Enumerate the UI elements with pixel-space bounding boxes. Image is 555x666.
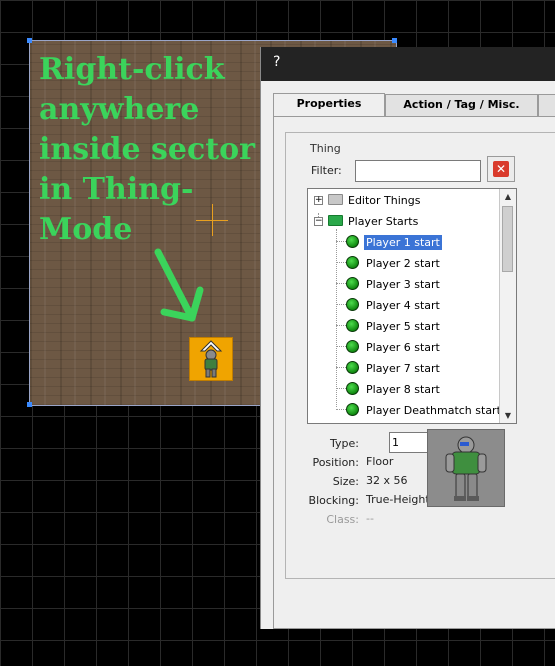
- thing-group-title: Thing: [308, 142, 343, 155]
- tree-item-label: Player 1 start: [363, 234, 443, 251]
- tab-properties[interactable]: Properties: [273, 93, 385, 116]
- tree-guide: [336, 409, 346, 410]
- folder-open-icon: [328, 215, 343, 226]
- tree-item-label: Player 2 start: [366, 257, 440, 270]
- thing-icon: [346, 256, 359, 269]
- clear-filter-icon: ✕: [493, 161, 509, 177]
- tab-action-tag-misc[interactable]: Action / Tag / Misc.: [385, 94, 538, 116]
- type-label: Type:: [330, 437, 359, 450]
- collapse-icon[interactable]: −: [314, 217, 323, 226]
- tree-item-player-deathmatch-start[interactable]: Player Deathmatch start: [308, 401, 501, 419]
- tree-item-label: Player 4 start: [366, 299, 440, 312]
- dialog-titlebar: ?: [261, 47, 555, 81]
- tree-guide: [336, 388, 346, 389]
- tree-item-label: Player 8 start: [366, 383, 440, 396]
- tree-guide: [336, 367, 346, 368]
- blocking-label: Blocking:: [308, 494, 359, 507]
- tree-item-player-1-start[interactable]: Player 1 start: [308, 233, 498, 251]
- tree-item-player-6-start[interactable]: Player 6 start: [308, 338, 498, 356]
- clear-filter-button[interactable]: ✕: [487, 156, 515, 182]
- tree-item-player-7-start[interactable]: Player 7 start: [308, 359, 498, 377]
- thing-type-tree[interactable]: + Editor Things − Player Starts Player 1…: [307, 188, 517, 424]
- tree-item-label: Player 7 start: [366, 362, 440, 375]
- vertex-bottom-left[interactable]: [27, 402, 32, 407]
- properties-panel: Thing Filter: ✕ + Editor Things − Player…: [273, 116, 555, 629]
- tree-item-player-3-start[interactable]: Player 3 start: [308, 275, 498, 293]
- player-start-thing[interactable]: [189, 337, 233, 381]
- position-label: Position:: [312, 456, 359, 469]
- vertex-top-right[interactable]: [392, 38, 397, 43]
- thing-icon: [346, 298, 359, 311]
- help-button[interactable]: ?: [273, 54, 280, 70]
- filter-label: Filter:: [311, 164, 342, 177]
- player-start-thing-icon: [199, 340, 223, 378]
- instruction-text: Right-click anywhere inside sector in Th…: [39, 52, 255, 247]
- position-value: Floor: [366, 455, 394, 468]
- blocking-value: True-Height: [366, 493, 430, 506]
- size-value: 32 x 56: [366, 474, 408, 487]
- thing-icon: [346, 340, 359, 353]
- tree-item-player-5-start[interactable]: Player 5 start: [308, 317, 498, 335]
- scroll-up-icon[interactable]: ▲: [501, 189, 515, 204]
- tree-item-player-2-start[interactable]: Player 2 start: [308, 254, 498, 272]
- tree-item-label: Player 5 start: [366, 320, 440, 333]
- thing-edit-dialog: ? Properties Action / Tag / Misc. Thing …: [260, 47, 555, 629]
- player-sprite-preview: [445, 436, 487, 501]
- tree-guide: [336, 325, 346, 326]
- tree-item-player-4-start[interactable]: Player 4 start: [308, 296, 498, 314]
- thing-icon: [346, 319, 359, 332]
- thing-group: Thing Filter: ✕ + Editor Things − Player…: [285, 132, 555, 579]
- tree-item-label: Player Deathmatch start: [366, 404, 501, 417]
- down-left-arrow-icon: [154, 248, 204, 322]
- tree-item-label: Player 3 start: [366, 278, 440, 291]
- tree-category-player-starts[interactable]: − Player Starts: [308, 212, 498, 230]
- tree-guide: [336, 304, 346, 305]
- tree-guide: [336, 262, 346, 263]
- tree-item-player-8-start[interactable]: Player 8 start: [308, 380, 498, 398]
- class-value: --: [366, 512, 374, 525]
- tree-guide: [336, 346, 346, 347]
- tree-guide: [336, 241, 346, 242]
- tree-scrollbar[interactable]: ▲ ▼: [499, 189, 516, 423]
- tree-item-label: Player 6 start: [366, 341, 440, 354]
- tree-category-label: Editor Things: [348, 194, 421, 207]
- thing-icon: [346, 382, 359, 395]
- filter-input[interactable]: [355, 160, 481, 182]
- class-label: Class:: [326, 513, 359, 526]
- size-label: Size:: [332, 475, 359, 488]
- tree-guide: [336, 283, 346, 284]
- thing-icon: [346, 277, 359, 290]
- tree-category-editor-things[interactable]: + Editor Things: [308, 191, 498, 209]
- sprite-preview: [427, 429, 505, 507]
- thing-icon: [346, 361, 359, 374]
- scroll-down-icon[interactable]: ▼: [501, 408, 515, 423]
- vertex-top-left[interactable]: [27, 38, 32, 43]
- folder-icon: [328, 194, 343, 205]
- thing-icon: [346, 235, 359, 248]
- cursor-crosshair-v: [212, 204, 213, 236]
- tab-overflow[interactable]: [538, 94, 555, 116]
- tree-category-label: Player Starts: [348, 215, 419, 228]
- scrollbar-thumb[interactable]: [502, 206, 513, 272]
- expand-icon[interactable]: +: [314, 196, 323, 205]
- thing-icon: [346, 403, 359, 416]
